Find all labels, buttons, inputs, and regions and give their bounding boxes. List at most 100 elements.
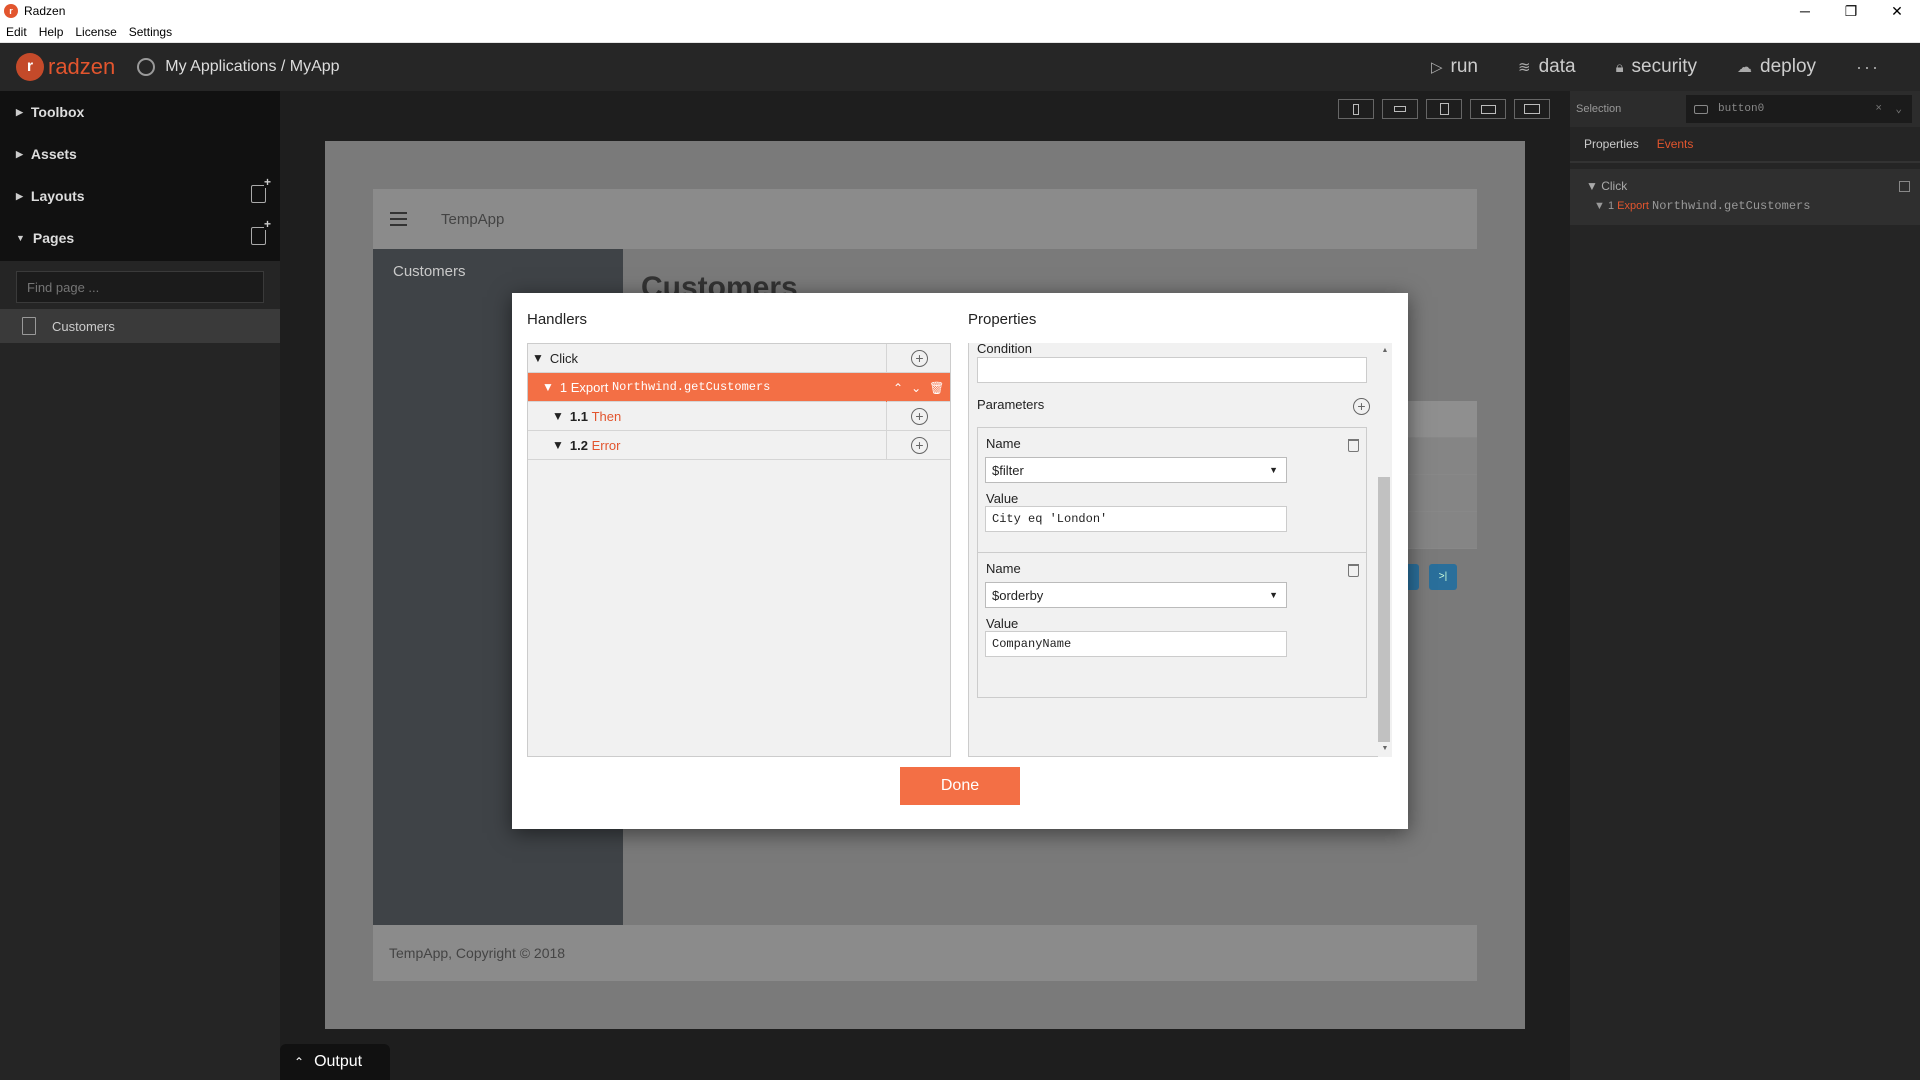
menu-edit[interactable]: Edit bbox=[0, 25, 33, 39]
desktop-icon bbox=[1524, 104, 1540, 114]
param-value-input[interactable]: City eq 'London' bbox=[985, 506, 1287, 532]
device-phone-portrait[interactable] bbox=[1338, 99, 1374, 119]
sidebar-layouts[interactable]: ▶ Layouts bbox=[0, 175, 280, 217]
right-panel: Selection button0 × ⌄ Properties Events … bbox=[1570, 91, 1920, 1080]
condition-input[interactable] bbox=[977, 357, 1367, 383]
device-phone-landscape[interactable] bbox=[1382, 99, 1418, 119]
handlers-title: Handlers bbox=[527, 311, 588, 328]
selection-value: button0 bbox=[1718, 103, 1765, 115]
radzen-logo-icon: r bbox=[16, 53, 44, 81]
dashboard-icon bbox=[137, 58, 156, 76]
caret-down-icon[interactable]: ▼ bbox=[552, 438, 564, 452]
handler-export-actions: ⌃ ⌄ 🗑︎ bbox=[886, 373, 952, 402]
sidebar-toolbox[interactable]: ▶ Toolbox bbox=[0, 91, 280, 133]
param-name-select[interactable]: $filter ▼ bbox=[985, 457, 1287, 483]
param-value-input[interactable]: CompanyName bbox=[985, 631, 1287, 657]
event-handlers-dialog: Handlers Properties ▼ Click + ▼ 1 Export… bbox=[512, 293, 1408, 829]
page-item-label: Customers bbox=[52, 318, 115, 334]
minimize-button[interactable]: ─ bbox=[1782, 0, 1828, 22]
handler-row-then[interactable]: ▼ 1.1 Then + bbox=[528, 402, 950, 431]
pager-last-preview: >| bbox=[1429, 564, 1457, 590]
selection-dropdown[interactable]: button0 × ⌄ bbox=[1686, 95, 1912, 123]
radzen-logo[interactable]: r radzen bbox=[16, 53, 115, 81]
menu-license[interactable]: License bbox=[69, 25, 122, 39]
scroll-down-icon[interactable]: ▼ bbox=[1378, 745, 1392, 752]
param-name-select[interactable]: $orderby ▼ bbox=[985, 582, 1287, 608]
scroll-up-icon[interactable]: ▲ bbox=[1378, 347, 1392, 354]
selection-label: Selection bbox=[1576, 103, 1622, 115]
more-icon[interactable]: ··· bbox=[1856, 57, 1880, 78]
nav-data[interactable]: ≋ data bbox=[1518, 56, 1576, 78]
tab-events[interactable]: Events bbox=[1657, 137, 1694, 151]
handler-row-export[interactable]: ▼ 1 Export Northwind.getCustomers ⌃ ⌄ 🗑︎ bbox=[528, 373, 950, 402]
add-error-icon[interactable]: + bbox=[911, 437, 928, 454]
nav-run[interactable]: ▷ run bbox=[1431, 56, 1478, 78]
caret-down-icon[interactable]: ▼ bbox=[552, 409, 564, 423]
layers-icon: ≋ bbox=[1518, 59, 1531, 76]
properties-panel[interactable]: Condition Parameters + Name $filter ▼ Va… bbox=[968, 343, 1392, 757]
events-list: ▼ Click ▼ 1 Export Northwind.getCustomer… bbox=[1570, 169, 1920, 225]
nav-deploy-label: deploy bbox=[1760, 56, 1817, 77]
event-handler-item[interactable]: ▼ 1 Export Northwind.getCustomers bbox=[1570, 193, 1920, 213]
menu-help[interactable]: Help bbox=[33, 25, 70, 39]
handlers-tree: ▼ Click + ▼ 1 Export Northwind.getCustom… bbox=[527, 343, 951, 757]
param-name-label: Name bbox=[986, 436, 1021, 451]
trash-icon[interactable]: 🗑︎ bbox=[929, 381, 944, 395]
caret-right-icon: ▶ bbox=[16, 190, 23, 201]
tab-properties[interactable]: Properties bbox=[1584, 137, 1639, 151]
sidebar-sections: ▶ Toolbox ▶ Assets ▶ Layouts ▼ Pages bbox=[0, 91, 280, 261]
trash-icon[interactable] bbox=[1348, 439, 1359, 452]
move-up-icon[interactable]: ⌃ bbox=[893, 381, 903, 395]
device-tablet-portrait[interactable] bbox=[1426, 99, 1462, 119]
chevron-down-icon[interactable]: ⌄ bbox=[1895, 102, 1902, 116]
app-name: TempApp bbox=[441, 210, 505, 228]
trash-icon[interactable] bbox=[1348, 564, 1359, 577]
add-parameter-icon[interactable]: + bbox=[1353, 398, 1370, 415]
event-click[interactable]: ▼ Click bbox=[1570, 169, 1920, 193]
nav-deploy[interactable]: ☁ deploy bbox=[1737, 56, 1816, 78]
edit-icon[interactable] bbox=[1899, 181, 1910, 192]
close-button[interactable]: ✕ bbox=[1874, 0, 1920, 22]
scrollbar-thumb[interactable] bbox=[1378, 477, 1390, 742]
param-name-value: $filter bbox=[992, 462, 1024, 478]
find-page-input[interactable] bbox=[16, 271, 264, 303]
caret-down-icon[interactable]: ▼ bbox=[542, 380, 554, 394]
handler-row-click[interactable]: ▼ Click + bbox=[528, 344, 950, 373]
breadcrumb[interactable]: My Applications / MyApp bbox=[137, 58, 340, 76]
nav-security[interactable]: 🔒︎ security bbox=[1616, 56, 1697, 78]
add-then-icon[interactable]: + bbox=[911, 408, 928, 425]
menu-settings[interactable]: Settings bbox=[123, 25, 178, 39]
param-value-label: Value bbox=[986, 616, 1019, 631]
add-layout-icon[interactable] bbox=[251, 176, 272, 203]
move-down-icon[interactable]: ⌄ bbox=[911, 381, 921, 395]
add-handler-icon[interactable]: + bbox=[911, 350, 928, 367]
device-desktop[interactable] bbox=[1514, 99, 1550, 119]
clear-selection-icon[interactable]: × bbox=[1875, 103, 1882, 115]
done-button[interactable]: Done bbox=[900, 767, 1020, 805]
footer-preview: TempApp, Copyright © 2018 bbox=[373, 925, 1477, 981]
nav-data-label: data bbox=[1538, 56, 1576, 77]
handler-export-method: Northwind.getCustomers bbox=[611, 380, 771, 394]
output-tab[interactable]: ⌃ Output bbox=[280, 1044, 390, 1080]
cloud-upload-icon: ☁ bbox=[1737, 59, 1753, 76]
handler-then-label: Then bbox=[591, 408, 622, 424]
handler-then-index: 1.1 bbox=[569, 408, 588, 424]
sidebar-pages[interactable]: ▼ Pages bbox=[0, 217, 280, 259]
event-handler-index: 1 bbox=[1607, 200, 1615, 212]
sidebar-assets[interactable]: ▶ Assets bbox=[0, 133, 280, 175]
condition-label: Condition bbox=[977, 343, 1032, 356]
sidebar-pages-label: Pages bbox=[32, 230, 75, 246]
add-page-icon[interactable] bbox=[251, 218, 272, 245]
handler-row-error[interactable]: ▼ 1.2 Error + bbox=[528, 431, 950, 460]
caret-down-icon: ▼ bbox=[16, 233, 25, 243]
sidebar-toolbox-label: Toolbox bbox=[30, 104, 85, 120]
chevron-up-icon: ⌃ bbox=[294, 1055, 305, 1069]
restore-button[interactable]: ❐ bbox=[1828, 0, 1874, 22]
caret-down-icon[interactable]: ▼ bbox=[532, 351, 544, 365]
device-tablet-landscape[interactable] bbox=[1470, 99, 1506, 119]
parameters-label: Parameters bbox=[977, 397, 1045, 412]
hamburger-icon bbox=[373, 210, 423, 228]
menu-bar: Edit Help License Settings bbox=[0, 22, 1920, 43]
nav-run-label: run bbox=[1450, 56, 1478, 77]
page-item-customers[interactable]: Customers bbox=[0, 309, 280, 343]
